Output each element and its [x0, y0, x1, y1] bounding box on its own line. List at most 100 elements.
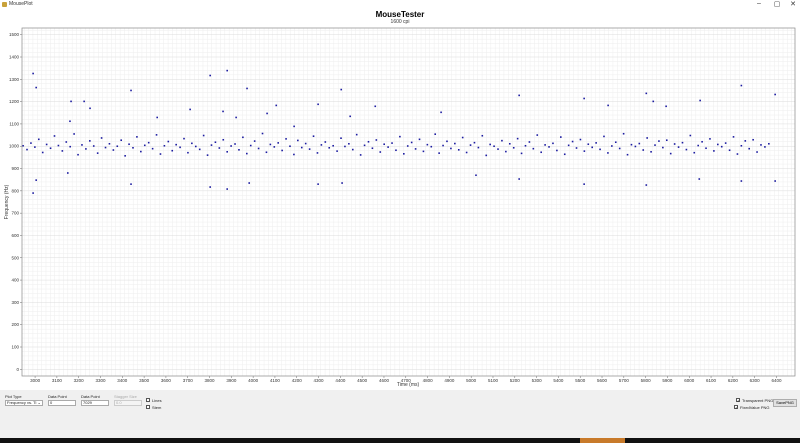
- data-point: [163, 144, 166, 147]
- outlier-point: [89, 107, 91, 110]
- data-point: [112, 149, 115, 151]
- data-point: [355, 133, 358, 136]
- data-point: [450, 147, 452, 150]
- data-point: [340, 137, 342, 139]
- data-point: [132, 146, 134, 149]
- data-point: [567, 144, 570, 147]
- outlier-point: [246, 87, 248, 90]
- data-point: [285, 138, 287, 140]
- data-point: [140, 150, 142, 153]
- data-point: [49, 147, 52, 150]
- data-point: [136, 136, 138, 138]
- transparent-png-checkbox[interactable]: ✓: [736, 398, 740, 403]
- data-point: [603, 135, 605, 138]
- y-tick-label: 900: [11, 166, 19, 171]
- data-point: [175, 143, 177, 146]
- data-point: [34, 146, 36, 148]
- outlier-point: [32, 72, 34, 75]
- taskbar: [0, 438, 800, 443]
- data-point: [693, 151, 696, 154]
- data-point: [681, 141, 684, 144]
- outlier-point: [209, 74, 211, 77]
- plot-type-value: Frequency vs. Ti: [7, 400, 37, 405]
- data-point: [395, 149, 397, 152]
- outlier-point: [226, 69, 228, 72]
- data-point: [575, 147, 578, 149]
- outlier-point: [83, 100, 85, 103]
- data-point: [595, 142, 597, 144]
- x-tick-label: 4100: [270, 378, 281, 383]
- data-point: [367, 140, 370, 143]
- x-tick-label: 3500: [139, 378, 150, 383]
- stagger-input: 0.0: [114, 400, 142, 406]
- outlier-point: [235, 116, 237, 119]
- y-tick-label: 700: [11, 211, 19, 216]
- outlier-point: [248, 182, 251, 184]
- data-point: [438, 152, 440, 154]
- lines-checkbox[interactable]: [146, 398, 150, 402]
- x-tick-label: 3400: [117, 378, 128, 383]
- data-point: [501, 139, 503, 142]
- data-point: [143, 144, 146, 147]
- data-point: [45, 143, 48, 146]
- plot-frame: [21, 27, 796, 377]
- data-point: [524, 144, 527, 147]
- data-point: [528, 141, 531, 143]
- data-point: [414, 148, 417, 150]
- data-point: [332, 144, 334, 147]
- data-point: [147, 141, 150, 144]
- data-point: [77, 153, 79, 156]
- data-point: [249, 144, 252, 147]
- data-point: [669, 152, 672, 155]
- data-point: [375, 139, 378, 141]
- stagger-label: Stagger Size: [114, 394, 137, 399]
- data-point: [167, 140, 170, 143]
- data-point: [583, 150, 586, 152]
- outlier-point: [70, 100, 72, 103]
- x-tick-label: 6000: [684, 378, 695, 383]
- data-point: [230, 145, 232, 147]
- data-point: [406, 145, 409, 147]
- data-point: [493, 145, 495, 148]
- data-point: [489, 143, 491, 146]
- x-tick-label: 4500: [357, 378, 368, 383]
- y-tick-label: 0: [16, 367, 19, 372]
- fixedvalue-png-checkbox[interactable]: ✓: [734, 405, 738, 410]
- y-tick-label: 200: [11, 322, 19, 327]
- x-axis-label: Time (ms): [397, 382, 420, 388]
- data-point: [359, 154, 362, 156]
- start-point-input[interactable]: 0: [48, 400, 76, 406]
- outlier-point: [32, 192, 34, 194]
- data-point: [579, 138, 582, 141]
- start-label: Data Point: [48, 394, 67, 399]
- outlier-point: [699, 99, 701, 102]
- save-png-button[interactable]: SavePNG: [773, 399, 797, 407]
- plot-type-select[interactable]: Frequency vs. Ti ⌄: [5, 400, 43, 406]
- data-point: [422, 150, 425, 153]
- outlier-point: [209, 186, 211, 188]
- end-point-input[interactable]: 7029: [81, 400, 109, 406]
- data-point: [638, 142, 641, 145]
- x-tick-label: 3200: [74, 378, 85, 383]
- data-point: [418, 138, 421, 141]
- data-point: [665, 139, 668, 142]
- stem-checkbox[interactable]: [146, 405, 150, 409]
- outlier-point: [340, 88, 343, 91]
- data-point: [120, 139, 123, 142]
- data-point: [69, 145, 71, 148]
- fixedvalue-png-label: FixedValue PNG: [740, 405, 770, 410]
- data-point: [30, 142, 32, 144]
- data-point: [768, 142, 770, 145]
- data-point: [760, 144, 762, 146]
- data-point: [336, 150, 338, 152]
- outlier-point: [275, 104, 278, 107]
- x-tick-label: 5400: [553, 378, 564, 383]
- outlier-point: [317, 103, 319, 106]
- data-point: [434, 133, 437, 135]
- data-point: [151, 147, 154, 150]
- stem-label: Stem: [152, 405, 162, 410]
- data-point: [516, 137, 519, 140]
- data-point: [677, 146, 680, 148]
- data-point: [242, 136, 244, 139]
- data-point: [273, 146, 276, 148]
